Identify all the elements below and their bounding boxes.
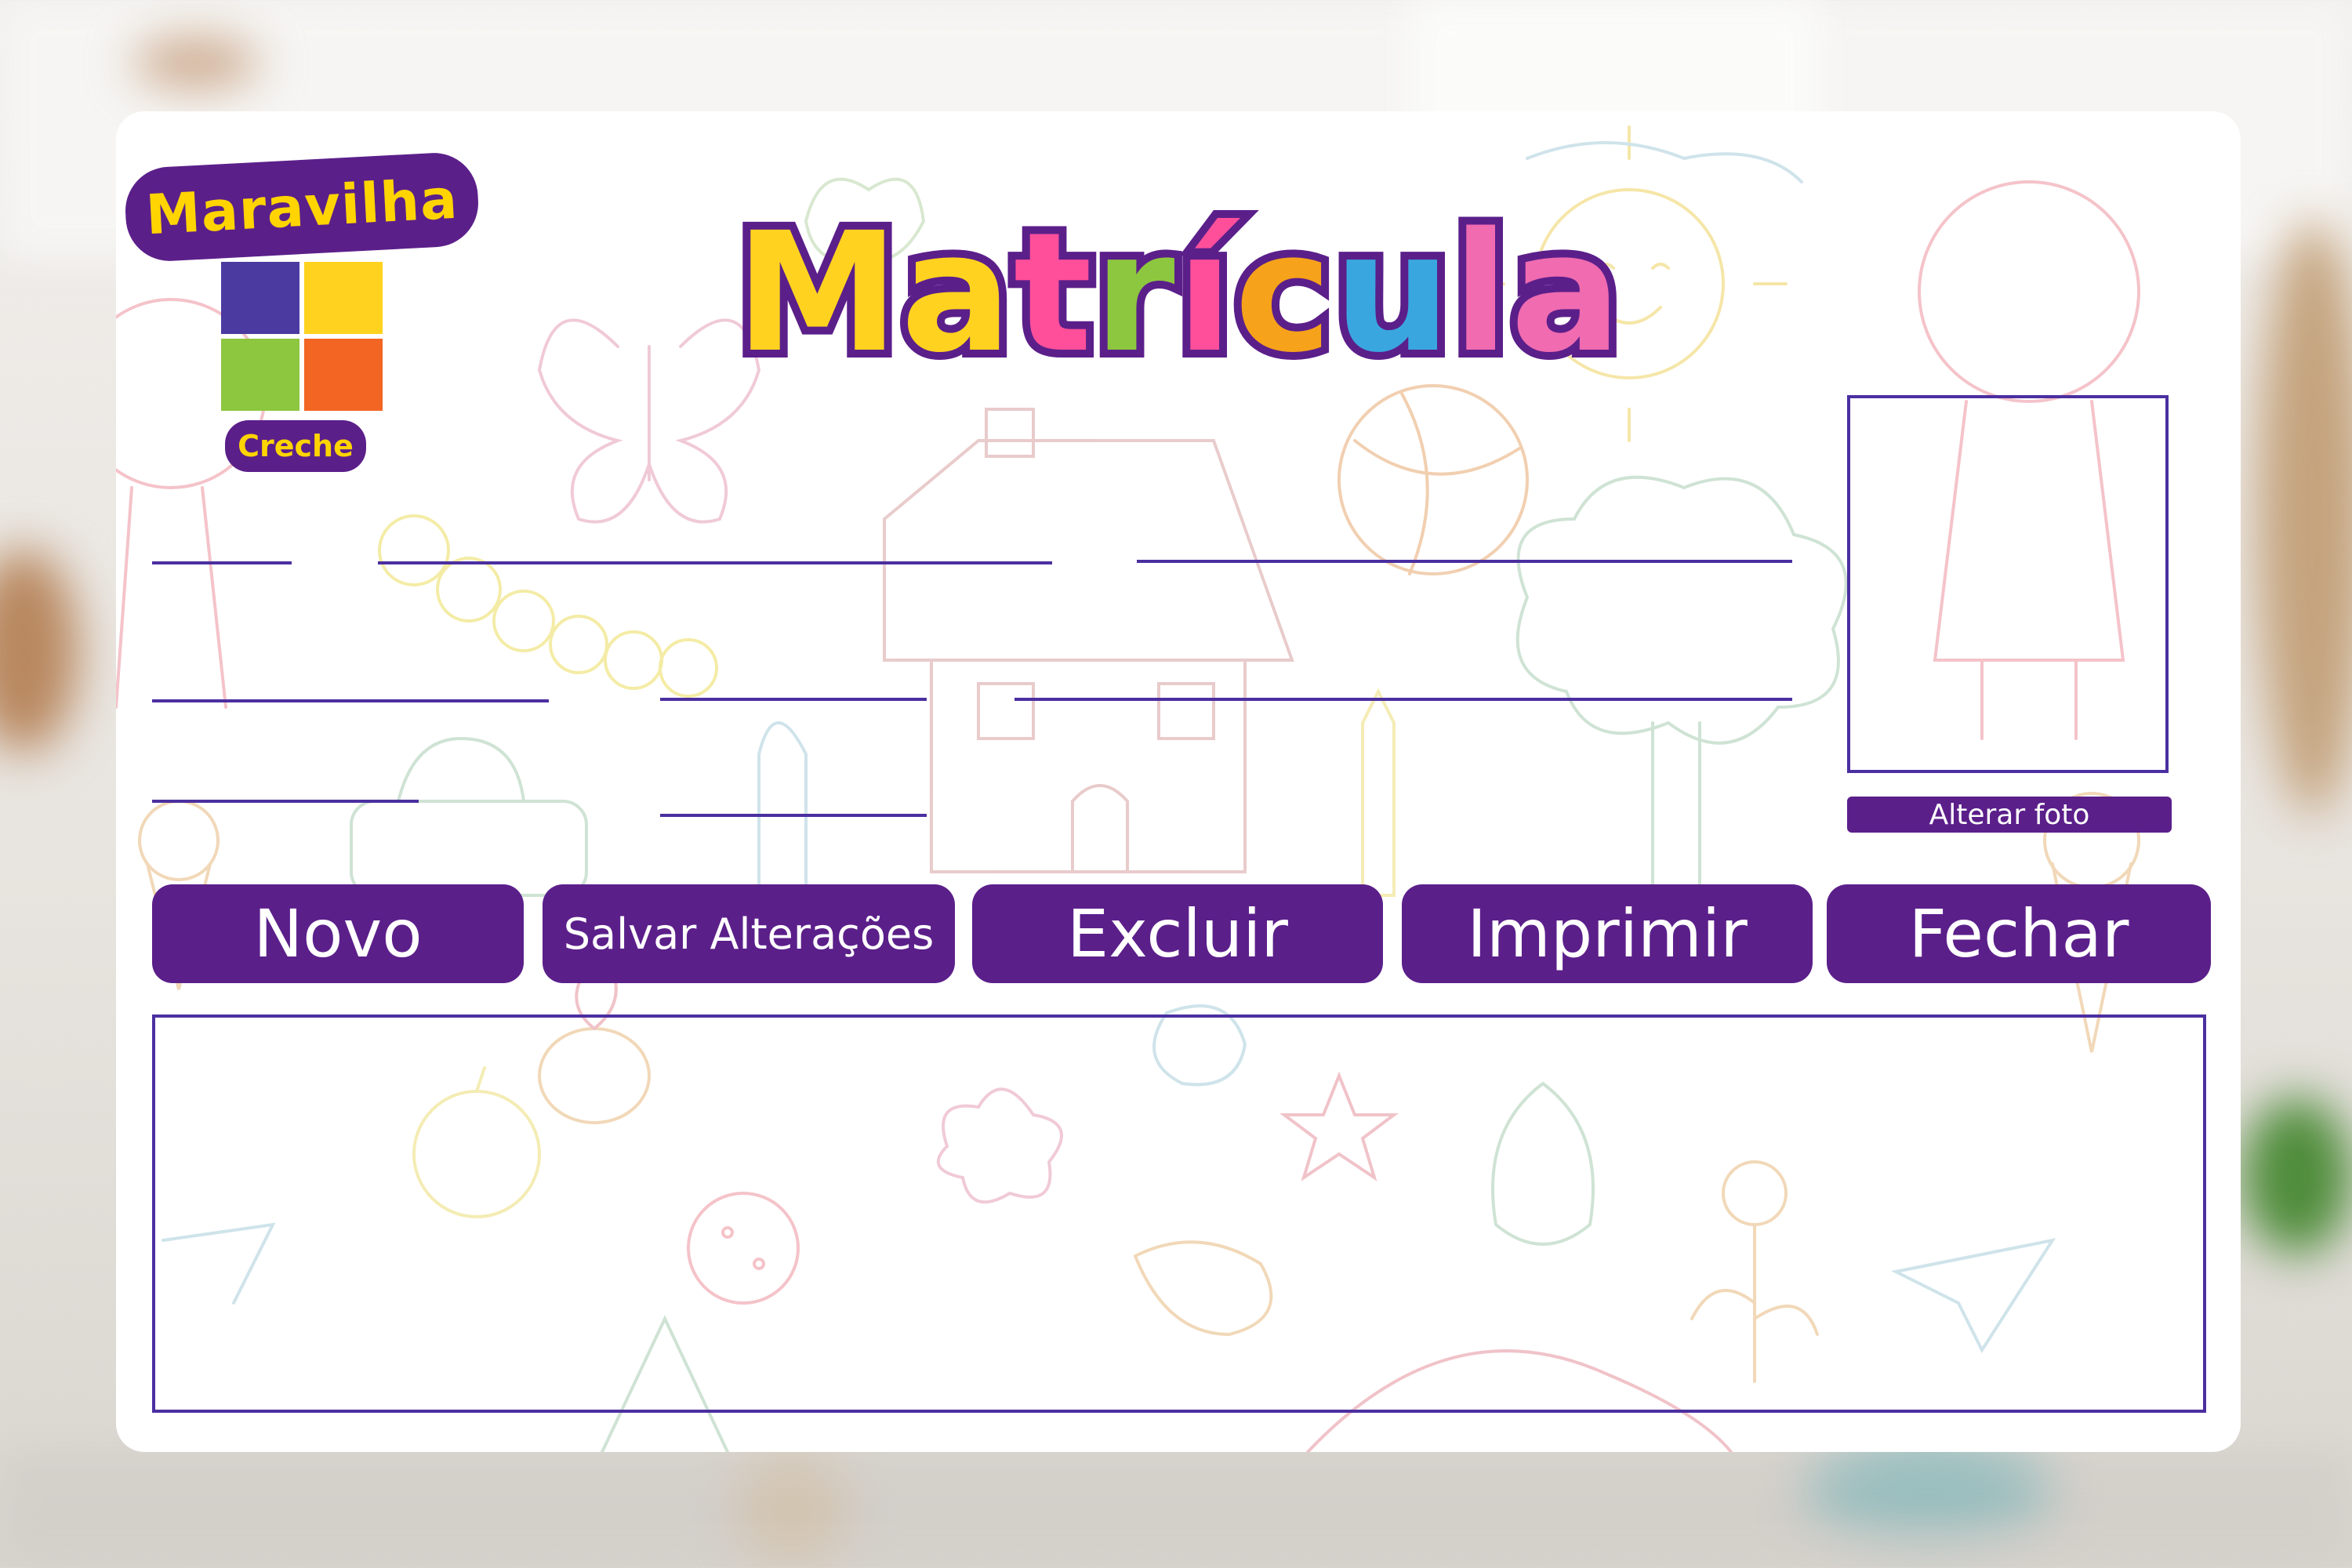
field-guardian[interactable] <box>1137 560 1792 563</box>
title-letter: M <box>728 191 907 395</box>
background-rug <box>0 1450 2352 1568</box>
background-shelf-left <box>0 549 78 753</box>
title-letter: a <box>893 191 1020 395</box>
field-age[interactable] <box>660 698 927 701</box>
close-button[interactable]: Fechar <box>1827 884 2211 983</box>
title-letter: r <box>1086 191 1183 395</box>
page-title: Matrícula <box>728 191 1676 395</box>
background-toy <box>133 39 259 86</box>
logo-tile-face-icon <box>221 262 299 334</box>
field-class[interactable] <box>660 814 927 817</box>
records-panel[interactable] <box>152 1014 2206 1413</box>
field-address[interactable] <box>1014 698 1792 701</box>
logo-tiles <box>221 262 386 419</box>
title-letter: t <box>1006 191 1100 395</box>
title-letter: u <box>1326 191 1458 395</box>
print-button[interactable]: Imprimir <box>1402 884 1813 983</box>
background-toy-green <box>2242 1098 2352 1254</box>
background-shelf <box>2258 220 2352 815</box>
field-birthdate[interactable] <box>152 699 549 702</box>
save-button[interactable]: Salvar Alterações <box>543 884 955 983</box>
logo-subtitle: Creche <box>225 420 366 472</box>
field-code[interactable] <box>152 561 292 564</box>
delete-button[interactable]: Excluir <box>972 884 1383 983</box>
new-button[interactable]: Novo <box>152 884 524 983</box>
logo-tile-sun-icon <box>304 339 383 411</box>
field-phone[interactable] <box>152 800 419 803</box>
logo-tile-stroller-icon <box>221 339 299 411</box>
student-photo-frame <box>1847 395 2169 773</box>
title-letter: í <box>1169 191 1241 395</box>
title-letter: c <box>1227 191 1341 395</box>
field-name[interactable] <box>378 561 1052 564</box>
title-letter: l <box>1445 191 1517 395</box>
logo-tile-girl-icon <box>304 262 383 334</box>
change-photo-button[interactable]: Alterar foto <box>1847 797 2172 833</box>
creche-logo: Maravilha Creche <box>119 144 488 474</box>
logo-wordmark: Maravilha <box>123 151 481 263</box>
title-letter: a <box>1503 191 1630 395</box>
enrollment-form-card: Maravilha Creche Matrícula Alterar foto … <box>116 111 2241 1452</box>
